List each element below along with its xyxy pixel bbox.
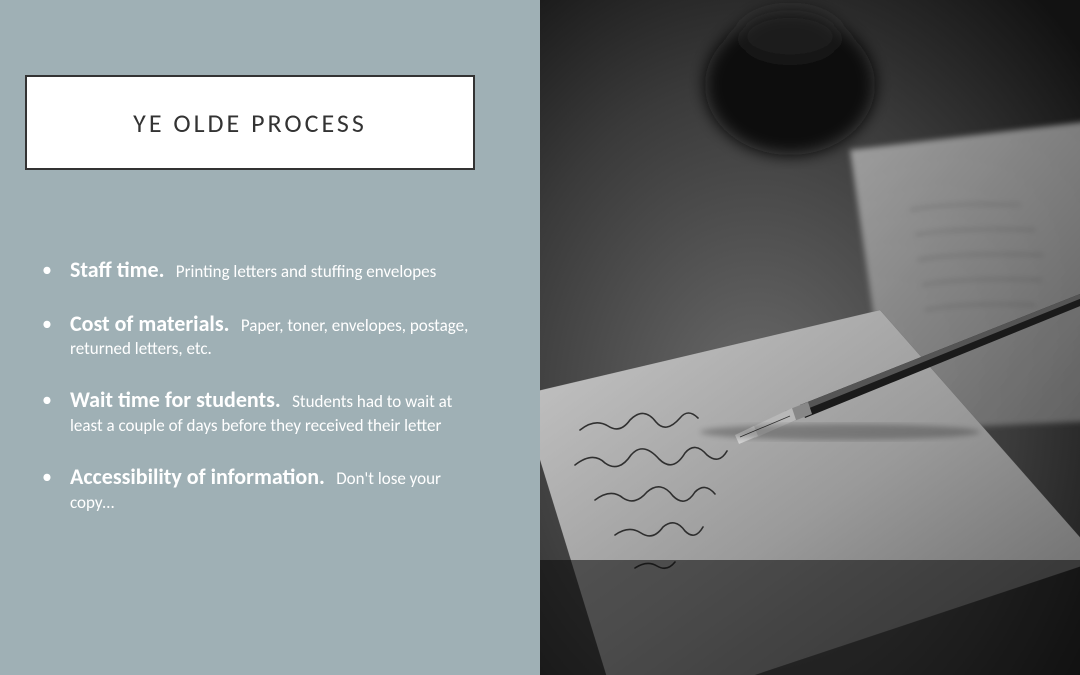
bullet-heading: Cost of materials. [70,310,230,337]
bullet-heading: Accessibility of information. [70,463,325,490]
list-item: Staff time. Printing letters and stuffin… [40,255,480,285]
slide-title: YE OLDE PROCESS [133,107,367,139]
left-content-panel: YE OLDE PROCESS Staff time. Printing let… [0,0,540,675]
right-image-panel [540,0,1080,675]
bullet-heading: Wait time for students. [70,386,281,413]
title-box: YE OLDE PROCESS [25,75,475,170]
bullet-heading: Staff time. [70,256,164,283]
bullet-list: Staff time. Printing letters and stuffin… [40,255,480,539]
list-item: Cost of materials. Paper, toner, envelop… [40,309,480,362]
letter-pen-image [540,0,1080,675]
list-item: Accessibility of information. Don't lose… [40,462,480,515]
bullet-description: Printing letters and stuffing envelopes [168,261,436,282]
list-item: Wait time for students. Students had to … [40,385,480,438]
